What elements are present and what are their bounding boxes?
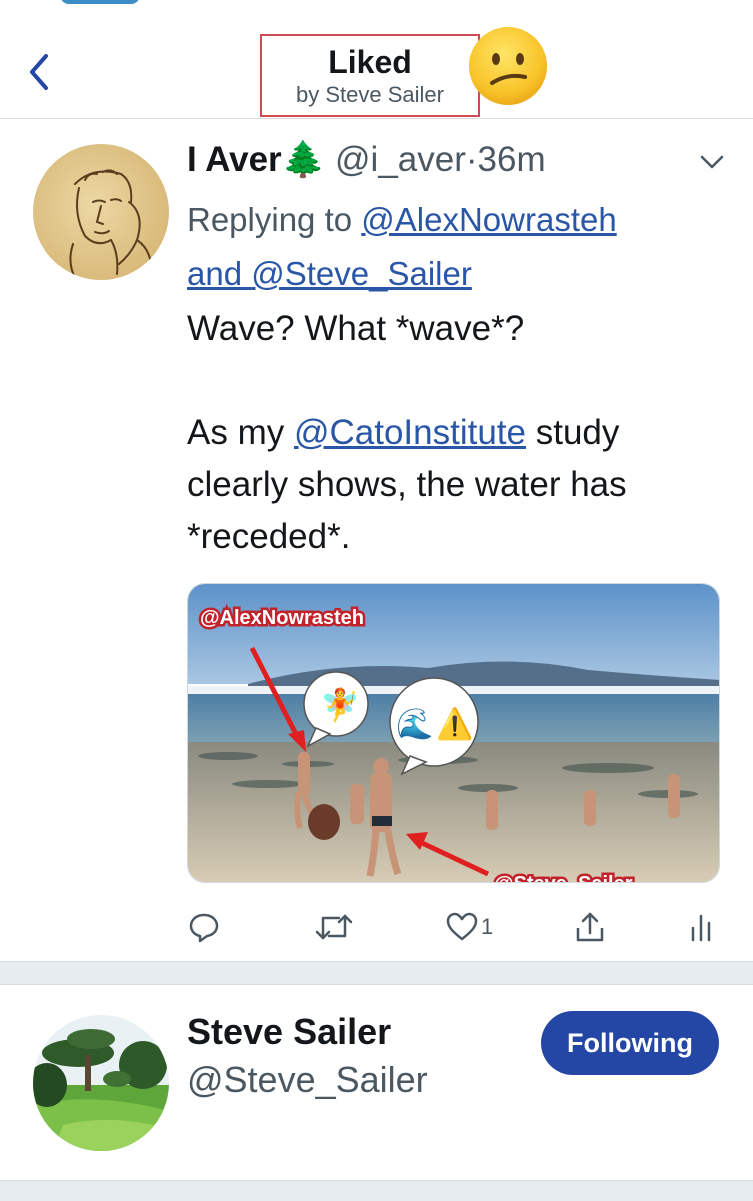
tweet[interactable]: I Aver🌲 @i_aver·36m Replying to @AlexNow… bbox=[0, 119, 753, 961]
warning-emoji: ⚠️ bbox=[436, 706, 473, 741]
wave-emoji: 🌊 bbox=[396, 706, 433, 741]
sketch-portrait-image bbox=[69, 169, 152, 279]
chevron-left-icon bbox=[30, 54, 48, 90]
author-name[interactable]: I Aver bbox=[187, 140, 282, 179]
mention-cato-institute[interactable]: @CatoInstitute bbox=[294, 413, 526, 452]
replying-prefix: Replying to bbox=[187, 201, 353, 238]
tweet-text-line1: Wave? What *wave*? bbox=[187, 309, 525, 348]
share-button[interactable] bbox=[573, 907, 607, 947]
page-subtitle: by Steve Sailer bbox=[296, 82, 444, 107]
tweet-text: Wave? What *wave*? As my @CatoInstitute … bbox=[187, 303, 727, 563]
tweet-actions: 1 bbox=[187, 907, 727, 947]
tweet-media-image[interactable]: 🧚 🌊 ⚠️ @AlexNowrasteh @Steve_Sailer bbox=[187, 583, 720, 883]
beach-meme-image: 🧚 🌊 ⚠️ @AlexNowrasteh @Steve_Sailer bbox=[188, 584, 719, 883]
reply-mention-steve-sailer[interactable]: @Steve_Sailer bbox=[251, 255, 472, 292]
retweet-icon bbox=[315, 914, 353, 940]
confused-face-icon bbox=[469, 27, 547, 105]
retweet-button[interactable] bbox=[315, 907, 353, 947]
tweet-time[interactable]: 36m bbox=[478, 140, 546, 179]
fairy-emoji: 🧚 bbox=[320, 687, 360, 723]
header-bar: Liked by Steve Sailer bbox=[0, 0, 753, 119]
liker-user-card[interactable]: Steve Sailer @Steve_Sailer Following bbox=[0, 984, 753, 1180]
reply-icon bbox=[189, 913, 219, 943]
meta-separator: · bbox=[465, 140, 478, 179]
reply-mention-alexnowrasteh[interactable]: @AlexNowrasteh bbox=[361, 201, 616, 238]
author-handle[interactable]: @i_aver bbox=[335, 140, 466, 179]
user-avatar[interactable] bbox=[33, 1015, 169, 1151]
tweet-text-body: As my @CatoInstitute study clearly shows… bbox=[187, 407, 727, 563]
reply-button[interactable] bbox=[187, 907, 221, 947]
tweet-header: I Aver🌲 @i_aver·36m bbox=[187, 139, 546, 181]
user-handle[interactable]: @Steve_Sailer bbox=[187, 1058, 428, 1102]
author-avatar[interactable] bbox=[33, 144, 169, 280]
analytics-button[interactable] bbox=[687, 907, 715, 947]
tree-emoji: 🌲 bbox=[281, 140, 326, 179]
like-button[interactable]: 1 bbox=[445, 907, 493, 947]
user-name[interactable]: Steve Sailer bbox=[187, 1010, 391, 1054]
replying-and: and bbox=[187, 255, 243, 292]
header-title-box: Liked by Steve Sailer bbox=[260, 34, 480, 117]
bottom-divider bbox=[0, 1180, 753, 1201]
chevron-down-icon bbox=[700, 155, 724, 169]
analytics-icon bbox=[691, 914, 711, 942]
tweet-text-pre: As my bbox=[187, 413, 285, 452]
replying-to: Replying to @AlexNowrasteh and @Steve_Sa… bbox=[187, 193, 727, 301]
reply-mentions-rest[interactable]: and @Steve_Sailer bbox=[187, 255, 472, 292]
heart-icon bbox=[446, 912, 478, 941]
section-divider bbox=[0, 961, 753, 985]
following-button[interactable]: Following bbox=[541, 1011, 719, 1075]
back-button[interactable] bbox=[22, 50, 62, 94]
tweet-menu-button[interactable] bbox=[696, 149, 728, 175]
media-label-steve-sailer: @Steve_Sailer bbox=[494, 873, 633, 883]
share-icon bbox=[576, 912, 604, 942]
media-label-alexnowrasteh: @AlexNowrasteh bbox=[200, 607, 364, 629]
page-title: Liked bbox=[328, 44, 412, 80]
golf-course-image bbox=[33, 1015, 169, 1151]
like-count: 1 bbox=[481, 914, 494, 939]
